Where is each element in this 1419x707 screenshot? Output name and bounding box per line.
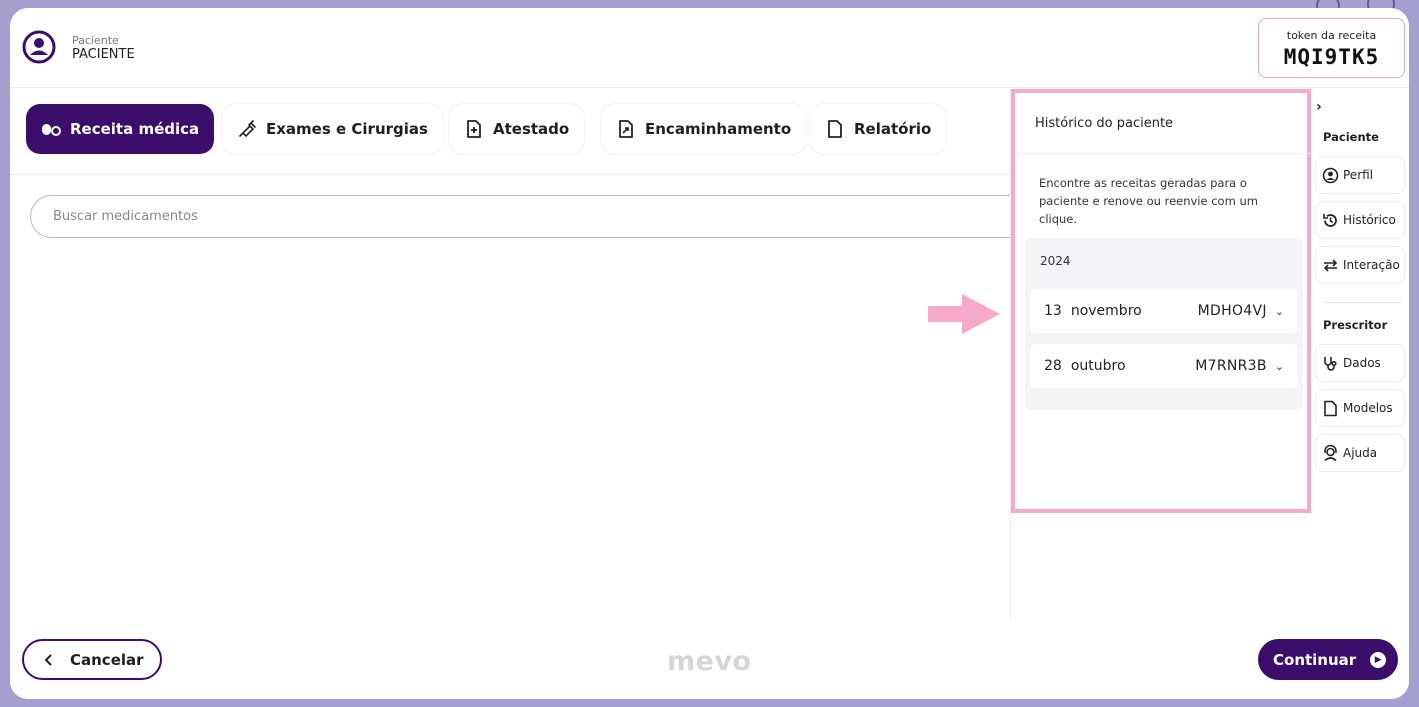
year-label: 2024 — [1040, 254, 1071, 268]
rail-item-label: Interação — [1343, 258, 1400, 272]
history-title: Histórico do paciente — [1035, 116, 1174, 131]
history-highlight-frame: Histórico do paciente Encontre as receit… — [1011, 89, 1311, 513]
collapse-toggle-icon[interactable]: › — [1316, 99, 1322, 115]
document-type-tabs: Receita médica Exames e Cirurgias Atesta… — [10, 89, 1010, 175]
token-value: MQI9TK5 — [1283, 45, 1380, 69]
syringe-icon — [239, 120, 256, 138]
rail-item-historico[interactable]: Histórico — [1315, 201, 1405, 239]
chevron-down-icon: ⌄ — [1274, 359, 1284, 373]
tab-label: Receita médica — [70, 120, 200, 138]
entry-month: novembro — [1070, 303, 1142, 319]
support-agent-icon — [1324, 444, 1337, 461]
tab-relatorio[interactable]: Relatório — [810, 104, 947, 154]
rail-item-label: Modelos — [1343, 401, 1393, 415]
rail-item-label: Histórico — [1343, 213, 1396, 227]
chevron-down-icon: ⌄ — [1274, 304, 1284, 318]
pointer-arrow-icon — [928, 294, 1000, 334]
rail-item-dados[interactable]: Dados — [1315, 344, 1405, 382]
document-plus-icon — [467, 120, 481, 138]
tab-label: Exames e Cirurgias — [266, 120, 428, 138]
arrow-right-circle-icon: ▶ — [1370, 651, 1387, 668]
patient-label: Paciente — [72, 34, 119, 47]
prescription-modal: Paciente PACIENTE token da receita MQI9T… — [10, 8, 1409, 699]
entry-code: MDHO4VJ — [1197, 303, 1267, 319]
prescription-token: token da receita MQI9TK5 — [1258, 18, 1405, 78]
continue-label: Continuar — [1273, 650, 1357, 669]
rail-item-ajuda[interactable]: Ajuda — [1315, 434, 1405, 472]
tab-exames-cirurgias[interactable]: Exames e Cirurgias — [222, 104, 443, 154]
user-circle-icon — [22, 30, 56, 64]
entry-day: 28 — [1044, 358, 1062, 374]
cancel-button[interactable]: Cancelar — [22, 639, 162, 680]
rail-section-patient: Paciente — [1323, 130, 1379, 144]
tab-receita-medica[interactable]: Receita médica — [26, 104, 215, 154]
tab-label: Relatório — [854, 120, 932, 138]
footer: Cancelar mevo Continuar ▶ — [10, 619, 1409, 699]
document-icon — [828, 120, 842, 138]
chevron-left-icon — [44, 653, 52, 666]
year-group: 2024 13 novembro MDHO4VJ ⌄ 28 outubro M7… — [1025, 238, 1303, 410]
document-arrow-icon — [619, 120, 633, 138]
mevo-logo: mevo — [667, 646, 752, 677]
rail-item-interacao[interactable]: Interação — [1315, 246, 1405, 284]
rail-item-label: Ajuda — [1343, 446, 1378, 460]
history-icon — [1323, 213, 1337, 227]
tab-label: Encaminhamento — [645, 120, 792, 138]
history-entry[interactable]: 28 outubro M7RNR3B ⌄ — [1030, 344, 1298, 388]
stethoscope-icon — [1324, 356, 1337, 371]
swap-arrows-icon — [1323, 258, 1338, 272]
entry-code: M7RNR3B — [1195, 358, 1267, 374]
header: Paciente PACIENTE token da receita MQI9T… — [10, 8, 1409, 88]
rail-item-modelos[interactable]: Modelos — [1315, 389, 1405, 427]
history-description: Encontre as receitas geradas para o paci… — [1039, 176, 1258, 226]
user-circle-icon — [1322, 167, 1339, 183]
patient-history-panel: Histórico do paciente Encontre as receit… — [1010, 89, 1311, 619]
rail-section-prescriber: Prescritor — [1323, 318, 1388, 332]
rail-item-label: Dados — [1343, 356, 1381, 370]
entry-day: 13 — [1044, 303, 1062, 319]
search-medications-input[interactable] — [30, 195, 1020, 238]
divider — [1019, 153, 1311, 154]
history-entry[interactable]: 13 novembro MDHO4VJ ⌄ — [1030, 289, 1298, 333]
rail-item-perfil[interactable]: Perfil — [1315, 156, 1405, 194]
cancel-label: Cancelar — [70, 650, 144, 669]
patient-name: PACIENTE — [72, 47, 135, 62]
tab-encaminhamento[interactable]: Encaminhamento — [601, 104, 807, 154]
divider — [1323, 302, 1401, 303]
document-icon — [1324, 400, 1337, 416]
rail-item-label: Perfil — [1343, 168, 1374, 182]
tab-atestado[interactable]: Atestado — [449, 104, 585, 154]
token-label: token da receita — [1286, 29, 1377, 42]
continue-button[interactable]: Continuar ▶ — [1258, 639, 1398, 680]
tab-label: Atestado — [493, 120, 570, 138]
side-rail: › Paciente Perfil Histórico Interação Pr… — [1310, 89, 1409, 619]
entry-month: outubro — [1070, 358, 1126, 374]
pills-icon — [42, 124, 61, 136]
